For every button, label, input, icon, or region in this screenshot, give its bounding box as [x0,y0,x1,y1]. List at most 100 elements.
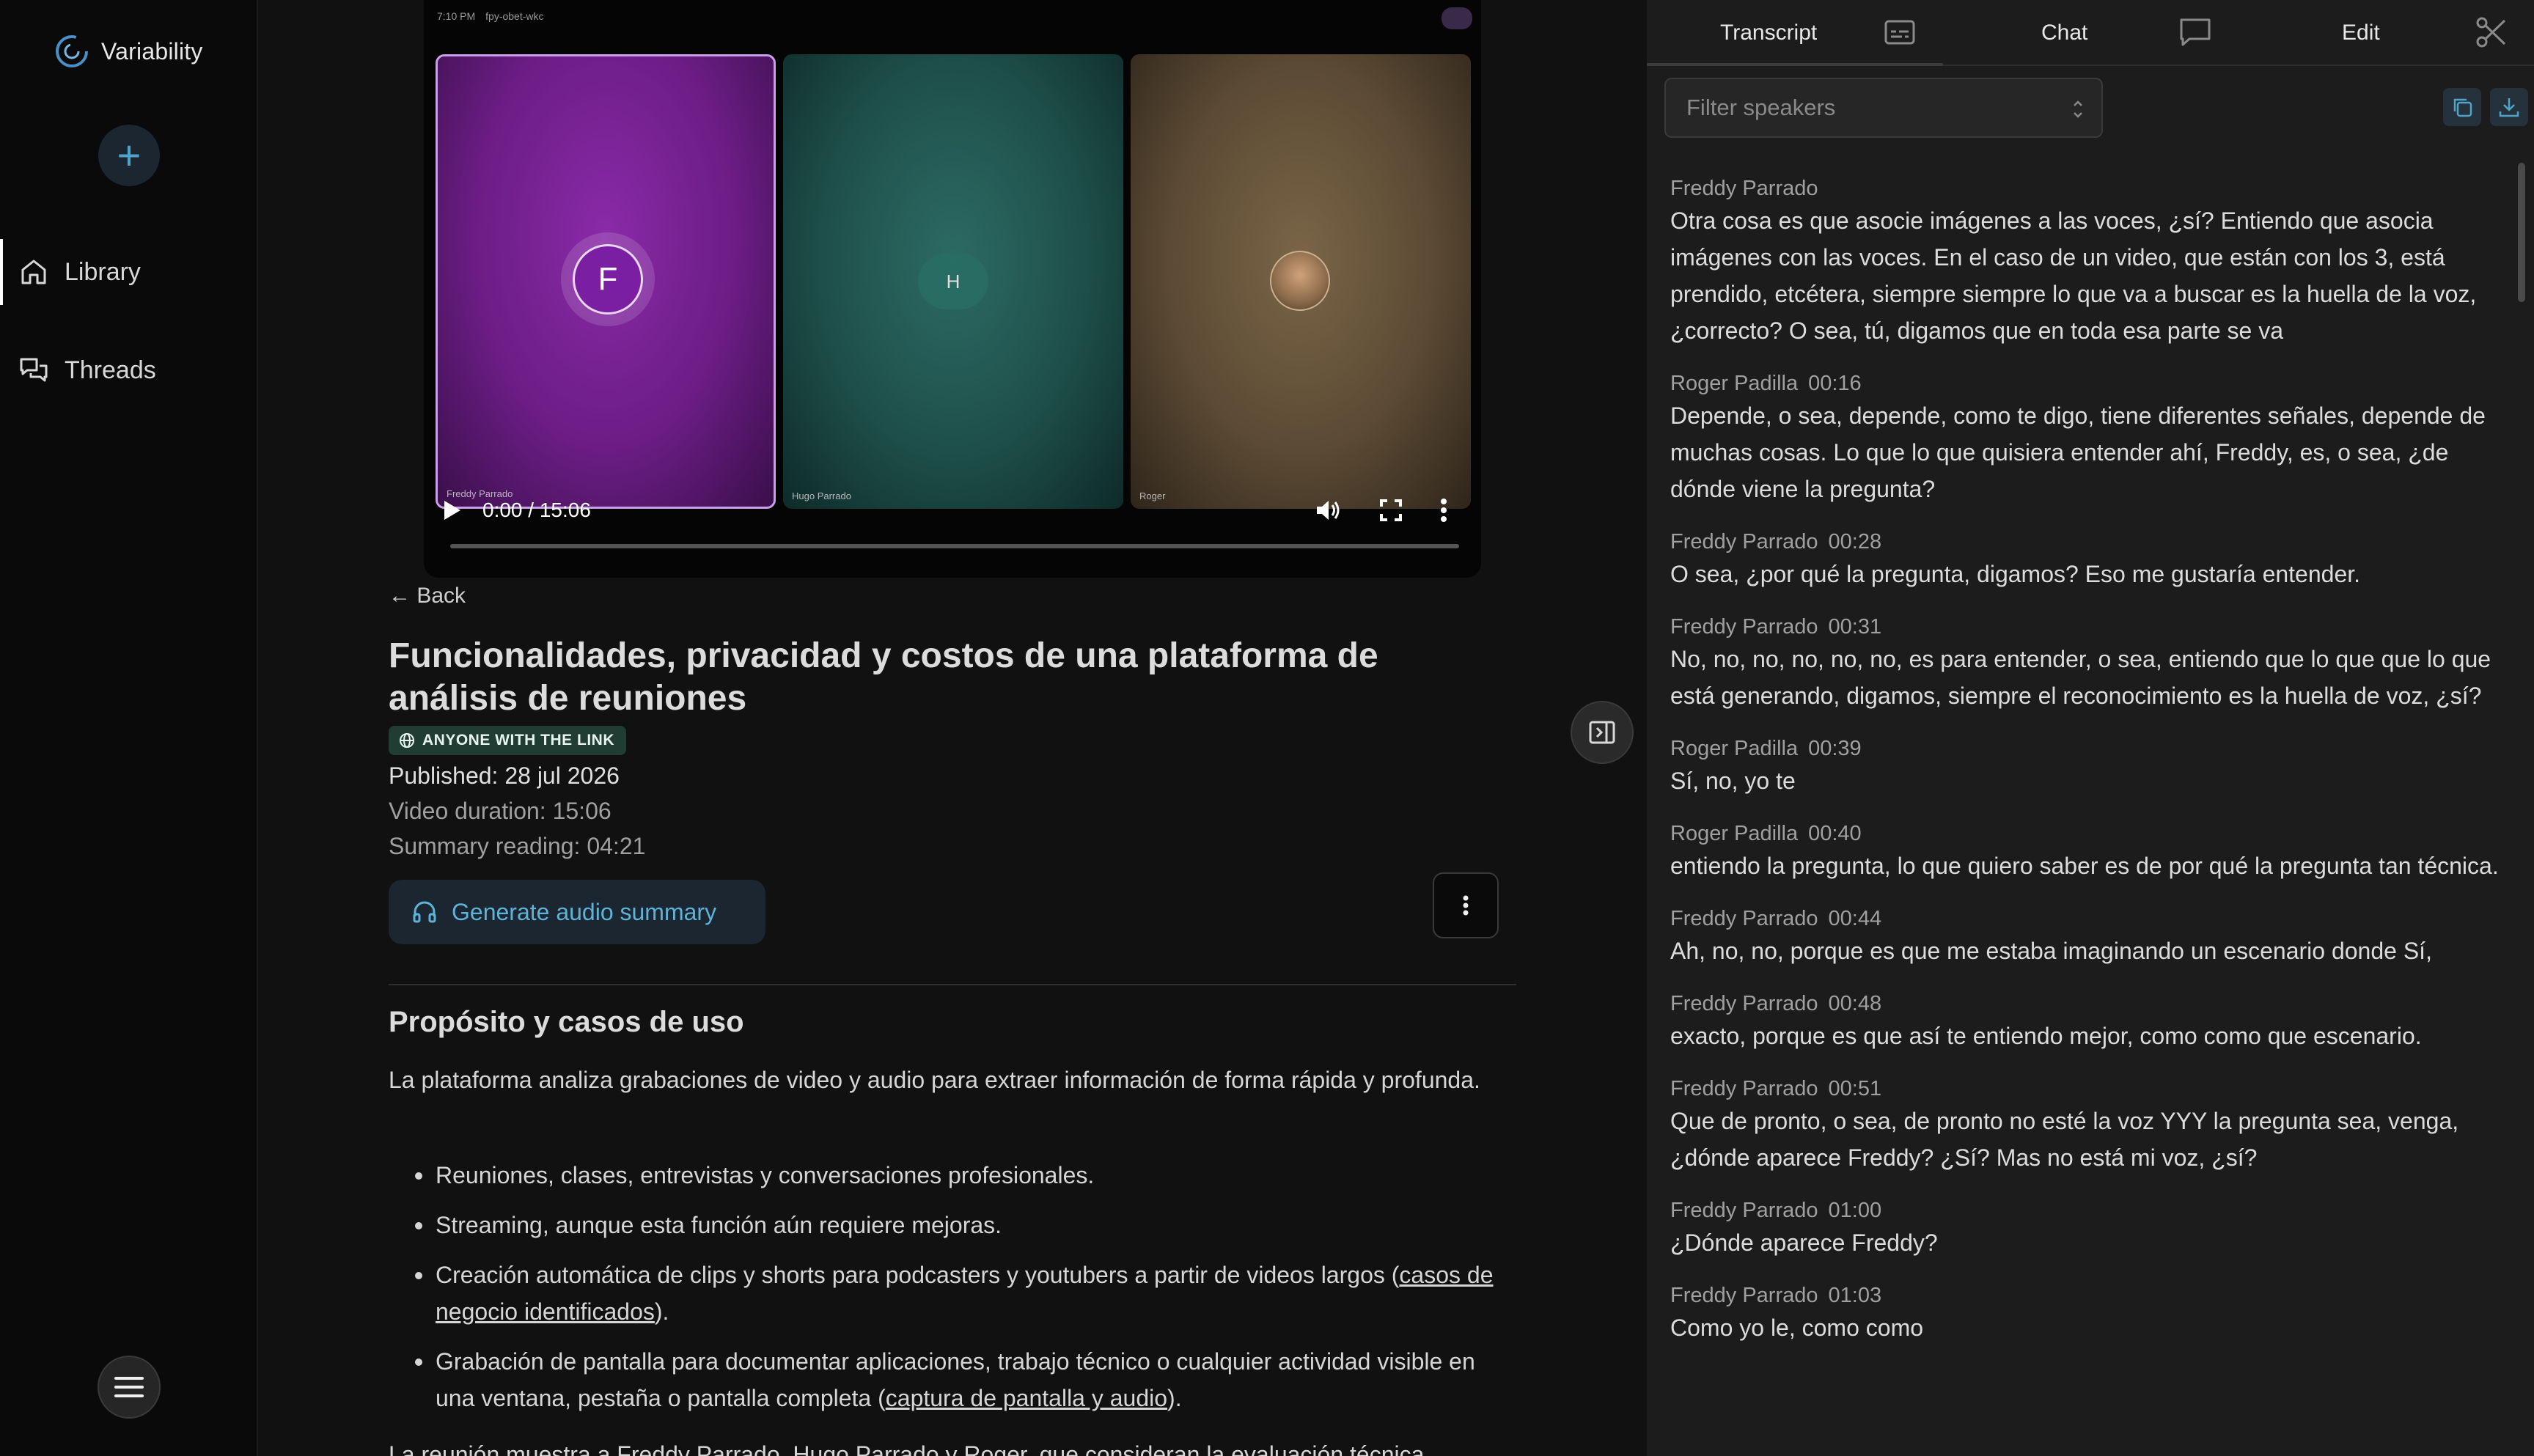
chat-icon[interactable] [2179,18,2211,47]
play-icon [444,501,460,520]
transcript-text: Otra cosa es que asocie imágenes a las v… [1670,207,2477,344]
bullet-text: Reuniones, clases, entrevistas y convers… [436,1162,1095,1188]
video-progress-bar[interactable] [450,544,1459,548]
more-vertical-icon [1463,895,1469,916]
timestamp[interactable]: 00:16 [1808,372,1862,395]
speaker-name: Roger Padilla [1670,822,1799,845]
avatar-initial: F [573,244,643,315]
copy-transcript-button[interactable] [2443,88,2481,126]
scissors-icon[interactable] [2475,16,2506,48]
summary-next-paragraph: La reunión muestra a Freddy Parrado, Hug… [389,1441,1425,1456]
play-button[interactable] [443,499,472,521]
list-item: Grabación de pantalla para documentar ap… [389,1343,1510,1416]
generate-audio-summary-button[interactable]: Generate audio summary [389,880,765,944]
chat-bubbles-icon [20,358,48,382]
share-status-badge[interactable]: ANYONE WITH THE LINK [389,726,626,755]
transcript-text: Depende, o sea, depende, como te digo, t… [1670,402,2486,502]
toggle-panel-button[interactable] [1571,701,1634,764]
sidebar-item-label: Threads [65,356,156,384]
bullet-text: Streaming, aunque esta función aún requi… [436,1212,1002,1238]
timestamp[interactable]: 01:03 [1829,1284,1882,1307]
home-icon [21,260,46,284]
timestamp[interactable]: 00:31 [1829,615,1882,639]
video-time: 0:00 / 15:06 [482,499,591,521]
transcript-entry[interactable]: Freddy Parrado 00:44 Ah, no, no, porque e… [1670,905,2518,969]
share-badge-label: ANYONE WITH THE LINK [422,732,614,749]
speaker-name: Freddy Parrado [1670,1199,1818,1222]
sidebar-item-threads[interactable]: Threads [0,337,258,403]
participant-photo [1270,251,1330,311]
speaker-name: Freddy Parrado [1670,1284,1818,1307]
hamburger-icon [114,1377,144,1397]
timestamp[interactable]: 00:40 [1808,822,1862,845]
transcript-entry[interactable]: Freddy Parrado Otra cosa es que asocie i… [1670,174,2518,349]
bullet-suffix: ). [1167,1385,1182,1411]
speaker-label: Freddy Parrado 00:51 [1670,1075,2518,1103]
back-link[interactable]: ← Back [389,584,466,608]
sidebar-item-label: Library [65,257,141,286]
transcript-text: No, no, no, no, no, no, es para entender… [1670,646,2491,709]
timestamp[interactable]: 01:00 [1829,1199,1882,1222]
screen-capture-link[interactable]: captura de pantalla y audio [886,1385,1167,1411]
tab-edit[interactable]: Edit [2342,0,2380,66]
speaker-label: Roger Padilla 00:16 [1670,369,2518,397]
filter-speakers-select[interactable]: Filter speakers [1664,78,2103,138]
recording-time: 7:10 PM [437,10,476,22]
transcript-entry[interactable]: Freddy Parrado 01:03 Como yo le, como com… [1670,1282,2518,1346]
fullscreen-icon[interactable] [1380,499,1402,521]
more-options-button[interactable] [1433,872,1499,938]
audio-button-label: Generate audio summary [452,898,717,925]
chevron-updown-icon [2074,100,2082,118]
participant-avatar: F [561,232,655,326]
video-controls: 0:00 / 15:06 [443,490,1462,531]
transcript-entry[interactable]: Roger Padilla 00:16 Depende, o sea, depen… [1670,369,2518,507]
main-menu-button[interactable] [98,1356,161,1419]
panel-tabs: Transcript Chat Edit [1647,0,2534,66]
sidebar-collapse-icon [1589,721,1615,744]
video-player[interactable]: 7:10 PM fpy-obet-wkc F Freddy Parrado H … [424,0,1481,578]
download-transcript-button[interactable] [2490,88,2528,126]
list-item: Streaming, aunque esta función aún requi… [389,1207,1510,1243]
transcript-entry[interactable]: Freddy Parrado 00:31 No, no, no, no, no, … [1670,613,2518,714]
timestamp[interactable]: 00:48 [1829,992,1882,1015]
transcript-text: exacto, porque es que así te entiendo me… [1670,1023,2422,1049]
logo-icon [56,35,88,67]
speaker-label: Freddy Parrado 00:44 [1670,905,2518,933]
transcript-entry[interactable]: Freddy Parrado 00:51 Que de pronto, o sea… [1670,1075,2518,1176]
summary-reading-time: Summary reading: 04:21 [389,833,646,859]
transcript-entry[interactable]: Roger Padilla 00:39 Sí, no, yo te [1670,735,2518,799]
speaker-name: Freddy Parrado [1670,615,1818,639]
app-logo[interactable]: Variability [51,31,203,72]
tab-chat[interactable]: Chat [2041,0,2087,66]
transcript-entry[interactable]: Freddy Parrado 01:00 ¿Dónde aparece Fredd… [1670,1196,2518,1261]
main-content: 7:10 PM fpy-obet-wkc F Freddy Parrado H … [258,0,1647,1456]
new-item-button[interactable]: + [98,125,160,186]
timestamp[interactable]: 00:39 [1808,737,1862,760]
bullet-suffix: ). [654,1298,669,1325]
tab-transcript[interactable]: Transcript [1720,0,1817,66]
avatar-initial: H [946,270,961,293]
list-item: Reuniones, clases, entrevistas y convers… [389,1157,1510,1194]
download-icon [2499,98,2519,117]
transcript-entry[interactable]: Freddy Parrado 00:48 exacto, porque es qu… [1670,990,2518,1054]
transcript-scrollbar[interactable] [2518,163,2525,302]
transcript-entry[interactable]: Freddy Parrado 00:28 O sea, ¿por qué la p… [1670,528,2518,592]
active-tab-indicator [1647,63,1943,66]
speaker-label: Freddy Parrado 01:00 [1670,1196,2518,1224]
timestamp[interactable]: 00:28 [1829,530,1882,554]
timestamp[interactable]: 00:44 [1829,907,1882,930]
speaker-name: Freddy Parrado [1670,1077,1818,1100]
transcript-text: entiendo la pregunta, lo que quiero sabe… [1670,853,2499,879]
sidebar-item-library[interactable]: Library [0,239,258,305]
timestamp[interactable]: 00:51 [1829,1077,1882,1100]
speaker-label: Roger Padilla 00:40 [1670,820,2518,848]
transcript-text: ¿Dónde aparece Freddy? [1670,1229,1938,1256]
subtitles-icon[interactable] [1884,19,1915,45]
copy-icon [2453,98,2472,117]
published-date: Published: 28 jul 2026 [389,762,620,789]
left-sidebar: Variability + Library Threads [0,0,258,1456]
transcript-entry[interactable]: Roger Padilla 00:40 entiendo la pregunta,… [1670,820,2518,884]
volume-icon[interactable] [1315,499,1342,522]
more-vertical-icon[interactable] [1440,499,1447,522]
transcript-text: Que de pronto, o sea, de pronto no esté … [1670,1108,2459,1171]
